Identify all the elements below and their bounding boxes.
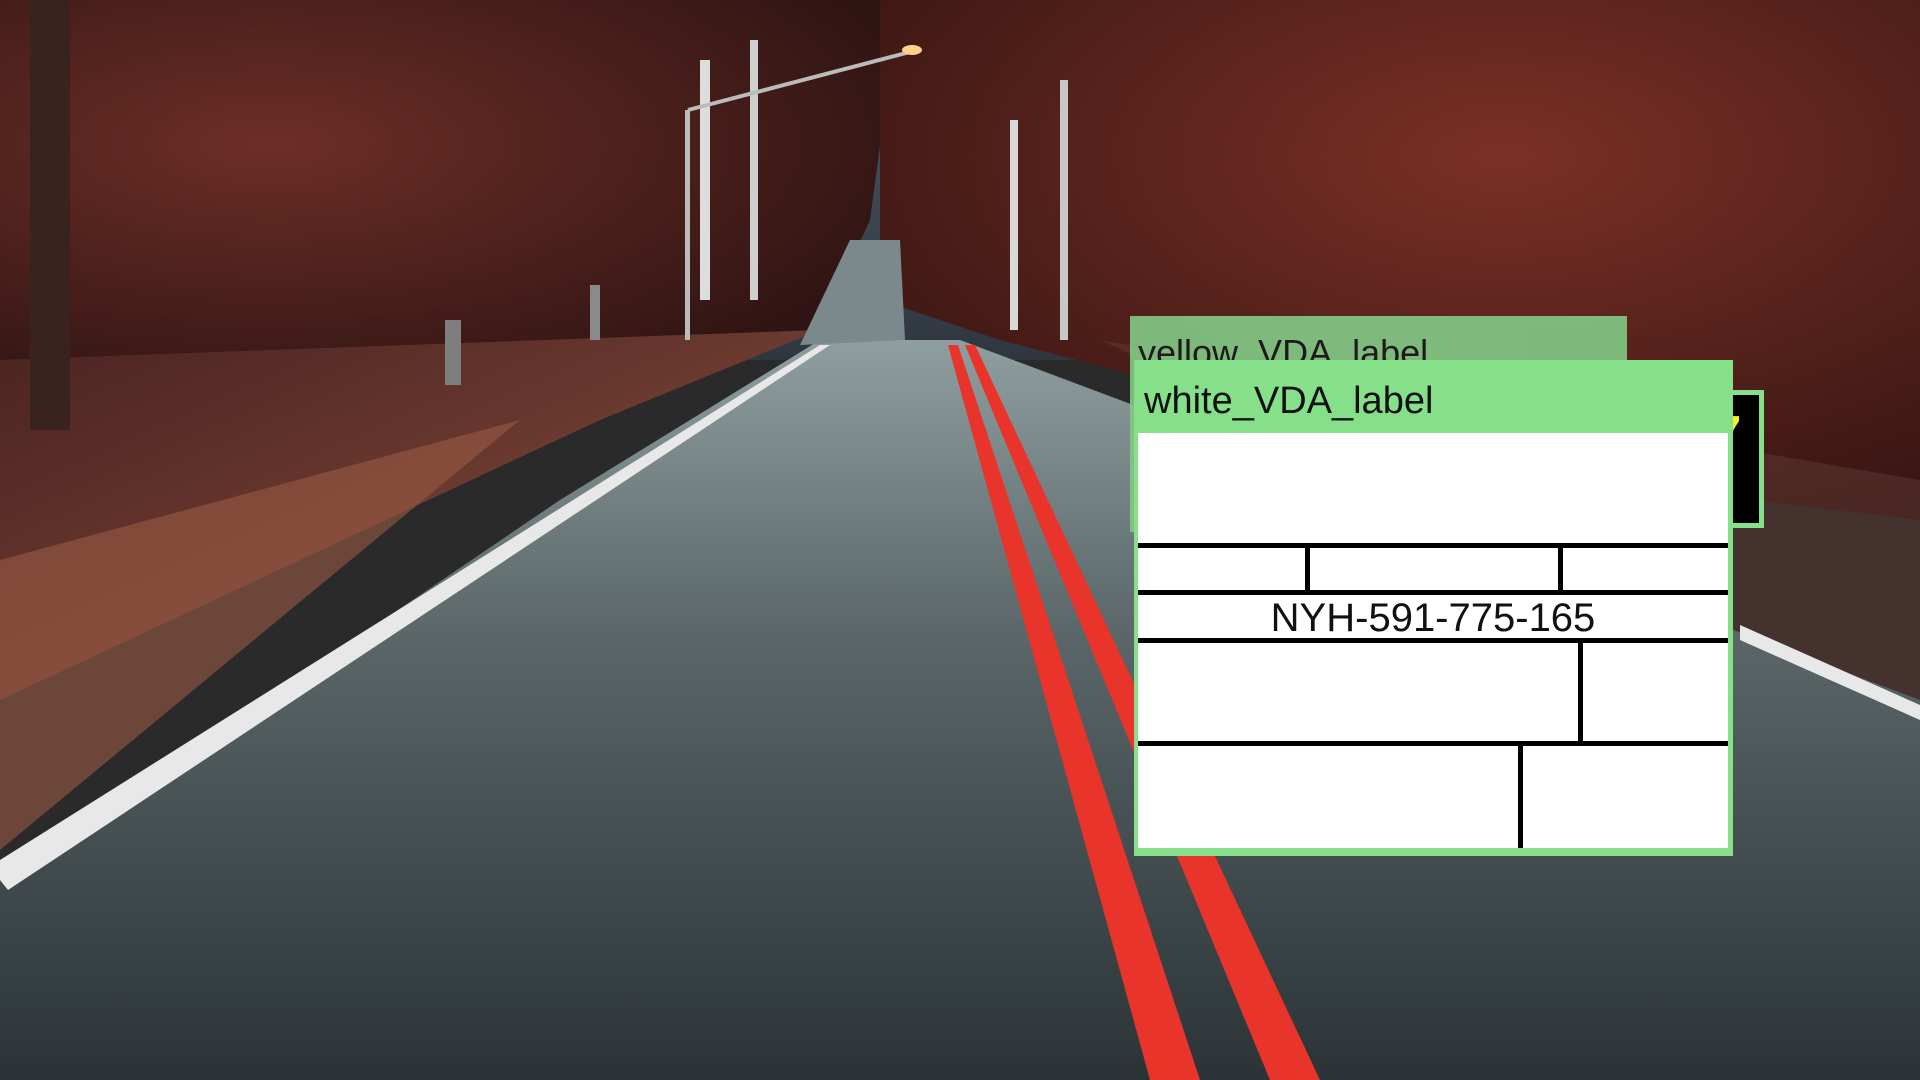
- form-divider: [1138, 741, 1728, 746]
- form-divider: [1558, 543, 1563, 595]
- form-divider: [1578, 638, 1583, 746]
- form-divider: [1138, 590, 1728, 595]
- form-divider: [1518, 741, 1523, 848]
- form-divider: [1138, 543, 1728, 548]
- white-vda-label-form: NYH-591-775-165: [1138, 433, 1728, 848]
- form-divider: [1305, 543, 1310, 595]
- label-code-text: NYH-591-775-165: [1270, 596, 1596, 640]
- white-vda-label-title: white_VDA_label: [1144, 380, 1434, 422]
